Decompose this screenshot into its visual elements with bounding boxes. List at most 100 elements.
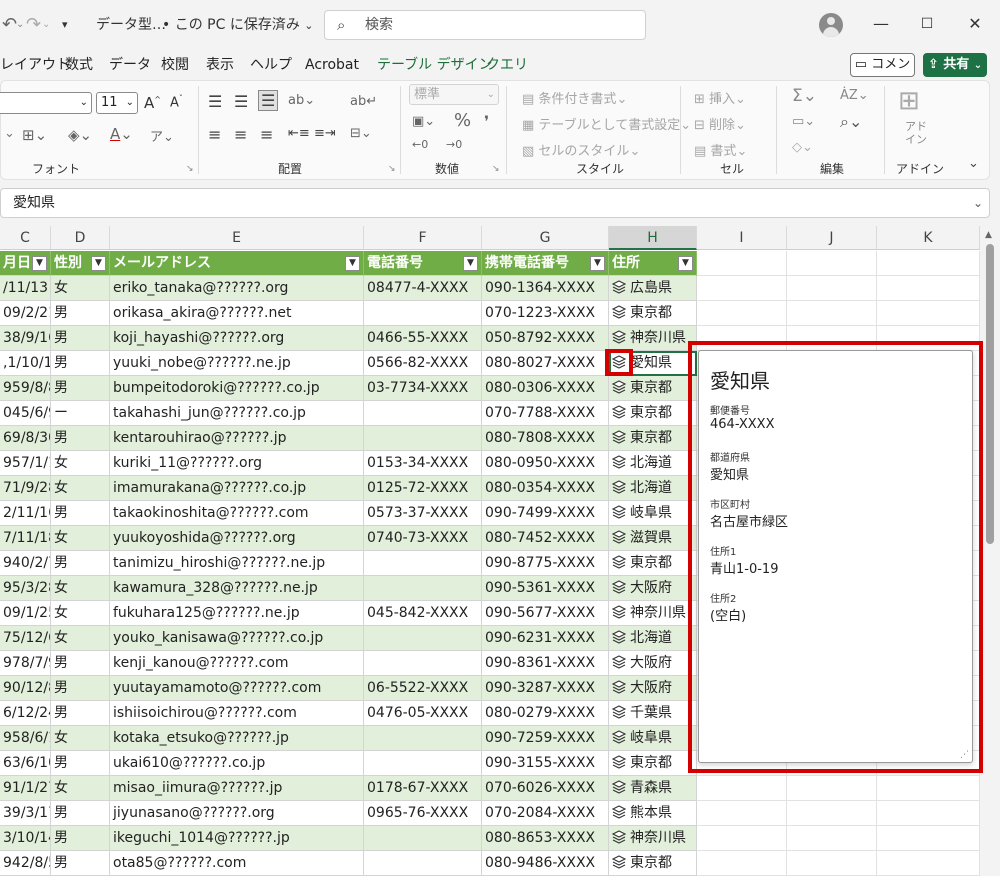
cell-email[interactable]: yuukoyoshida@??????.org: [110, 526, 364, 551]
borders-icon[interactable]: ⊞⌄: [22, 126, 47, 144]
cell-date[interactable]: 39/3/17: [0, 801, 51, 826]
cell-address[interactable]: 滋賀県: [609, 526, 697, 551]
percent-style-icon[interactable]: %: [454, 110, 471, 131]
tab-data[interactable]: データ: [109, 50, 151, 80]
cell-email[interactable]: koji_hayashi@??????.org: [110, 326, 364, 351]
cell-date[interactable]: 978/7/9: [0, 651, 51, 676]
font-name-combo[interactable]: ⌄: [0, 92, 92, 114]
cell-mobile[interactable]: 090-5361-XXXX: [482, 576, 609, 601]
cell-phone[interactable]: [364, 426, 482, 451]
cell-phone[interactable]: 0466-55-XXXX: [364, 326, 482, 351]
column-header-i[interactable]: I: [697, 226, 787, 250]
cell-address[interactable]: 北海道: [609, 626, 697, 651]
cell-date[interactable]: 09/2/21: [0, 301, 51, 326]
tab-query[interactable]: クエリ: [486, 50, 528, 80]
tab-help[interactable]: ヘルプ: [250, 50, 292, 80]
empty-cell[interactable]: [877, 851, 980, 876]
cell-phone[interactable]: [364, 576, 482, 601]
scrollbar-thumb[interactable]: [986, 244, 994, 544]
geography-data-type-icon[interactable]: [612, 705, 630, 721]
empty-cell[interactable]: [787, 801, 877, 826]
empty-cell[interactable]: [697, 801, 787, 826]
add-ins-button-label[interactable]: アド イン: [905, 120, 927, 146]
minimize-button[interactable]: —: [858, 0, 904, 50]
cell-gender[interactable]: 男: [51, 701, 110, 726]
cell-date[interactable]: 91/1/27: [0, 776, 51, 801]
cell-mobile[interactable]: 090-8775-XXXX: [482, 551, 609, 576]
cell-phone[interactable]: 0476-05-XXXX: [364, 701, 482, 726]
column-header-e[interactable]: E: [110, 226, 364, 250]
cell-date[interactable]: 69/8/30: [0, 426, 51, 451]
column-header-email[interactable]: メールアドレス ▼: [110, 251, 364, 276]
font-color-icon[interactable]: A⌄: [110, 125, 133, 143]
cell-gender[interactable]: 男: [51, 376, 110, 401]
maximize-button[interactable]: ☐: [904, 0, 950, 50]
empty-cell[interactable]: [787, 301, 877, 326]
cell-mobile[interactable]: 080-0950-XXXX: [482, 451, 609, 476]
conditional-formatting-button[interactable]: ▤ 条件付き書式⌄: [522, 88, 627, 107]
cell-address[interactable]: 大阪府: [609, 676, 697, 701]
dialog-launcher-icon[interactable]: ↘: [388, 164, 396, 174]
cell-phone[interactable]: [364, 726, 482, 751]
cell-mobile[interactable]: 090-8361-XXXX: [482, 651, 609, 676]
cell-date[interactable]: 959/8/8: [0, 376, 51, 401]
dialog-launcher-icon[interactable]: ↘: [492, 164, 500, 174]
cell-gender[interactable]: 女: [51, 726, 110, 751]
filter-dropdown-icon[interactable]: ▼: [590, 256, 605, 271]
add-ins-icon[interactable]: ⊞: [898, 86, 920, 116]
cell-mobile[interactable]: 090-7499-XXXX: [482, 501, 609, 526]
cell-gender[interactable]: 女: [51, 526, 110, 551]
geography-data-type-icon[interactable]: [612, 680, 630, 696]
cell-date[interactable]: 63/6/10: [0, 751, 51, 776]
comment-button[interactable]: ▭ コメント: [850, 53, 915, 94]
cell-date[interactable]: 958/6/1: [0, 726, 51, 751]
decrease-font-icon[interactable]: Aˇ: [170, 94, 183, 110]
cell-email[interactable]: kuriki_11@??????.org: [110, 451, 364, 476]
empty-cell[interactable]: [877, 251, 980, 276]
search-input[interactable]: ⌕ 検索: [324, 10, 646, 40]
cell-email[interactable]: kotaka_etsuko@??????.jp: [110, 726, 364, 751]
column-header-date[interactable]: 月日 ▼: [0, 251, 51, 276]
cell-address[interactable]: 東京都: [609, 426, 697, 451]
cell-gender[interactable]: 男: [51, 426, 110, 451]
cell-gender[interactable]: 男: [51, 301, 110, 326]
accounting-format-icon[interactable]: ▣⌄: [412, 114, 435, 129]
geography-data-type-icon[interactable]: [612, 505, 630, 521]
cell-email[interactable]: takahashi_jun@??????.co.jp: [110, 401, 364, 426]
cell-mobile[interactable]: 080-7808-XXXX: [482, 426, 609, 451]
empty-cell[interactable]: [787, 276, 877, 301]
chevron-down-icon[interactable]: ⌄: [4, 126, 15, 141]
cell-gender[interactable]: 女: [51, 276, 110, 301]
geography-data-type-icon[interactable]: [612, 630, 630, 646]
cell-address[interactable]: 神奈川県: [609, 601, 697, 626]
column-header-k[interactable]: K: [877, 226, 980, 250]
cell-date[interactable]: 38/9/16: [0, 326, 51, 351]
cell-address[interactable]: 神奈川県: [609, 826, 697, 851]
comma-style-icon[interactable]: ❜: [484, 112, 489, 131]
cell-date[interactable]: 09/1/25: [0, 601, 51, 626]
cell-email[interactable]: bumpeitodoroki@??????.co.jp: [110, 376, 364, 401]
tab-view[interactable]: 表示: [206, 50, 234, 80]
cell-email[interactable]: ota85@??????.com: [110, 851, 364, 876]
filter-dropdown-icon[interactable]: ▼: [678, 256, 693, 271]
increase-font-icon[interactable]: A^: [144, 94, 161, 112]
insert-cells-button[interactable]: ⊞ 挿入⌄: [694, 88, 746, 107]
geography-data-type-icon[interactable]: [612, 480, 630, 496]
cell-email[interactable]: kawamura_328@??????.ne.jp: [110, 576, 364, 601]
column-header-c[interactable]: C: [0, 226, 51, 250]
orientation-icon[interactable]: ab⌄: [288, 93, 315, 108]
empty-cell[interactable]: [787, 826, 877, 851]
geography-data-type-icon[interactable]: [612, 430, 630, 446]
cell-address[interactable]: 岐阜県: [609, 726, 697, 751]
cell-phone[interactable]: [364, 401, 482, 426]
empty-cell[interactable]: [877, 826, 980, 851]
avatar[interactable]: [819, 13, 843, 37]
cell-gender[interactable]: 男: [51, 651, 110, 676]
empty-cell[interactable]: [877, 801, 980, 826]
cell-address[interactable]: 北海道: [609, 451, 697, 476]
cell-address[interactable]: 青森県: [609, 776, 697, 801]
empty-cell[interactable]: [697, 251, 787, 276]
cell-phone[interactable]: 0125-72-XXXX: [364, 476, 482, 501]
cell-mobile[interactable]: 090-6231-XXXX: [482, 626, 609, 651]
cell-address[interactable]: 東京都: [609, 376, 697, 401]
